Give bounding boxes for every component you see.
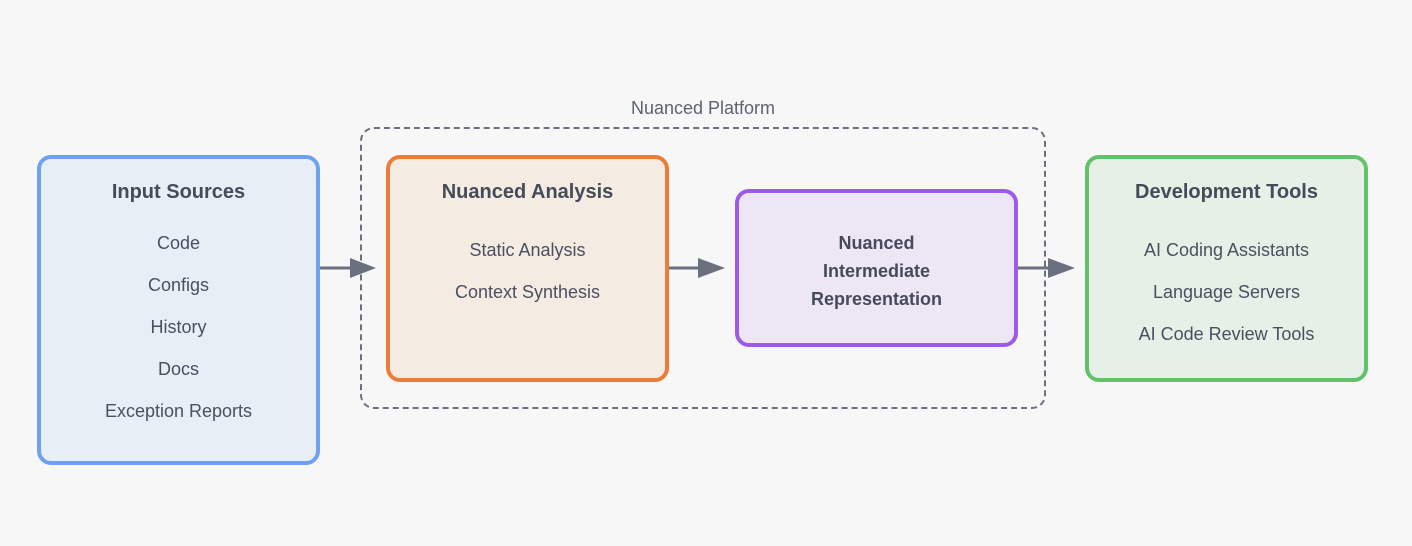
edge-input-to-analysis <box>320 258 376 278</box>
arrowhead-icon <box>698 258 725 278</box>
arrowhead-icon <box>350 258 376 278</box>
arrowhead-icon <box>1048 258 1075 278</box>
edge-ir-to-devtools <box>1018 258 1075 278</box>
edges-layer <box>320 258 1075 278</box>
edge-analysis-to-ir <box>669 258 725 278</box>
